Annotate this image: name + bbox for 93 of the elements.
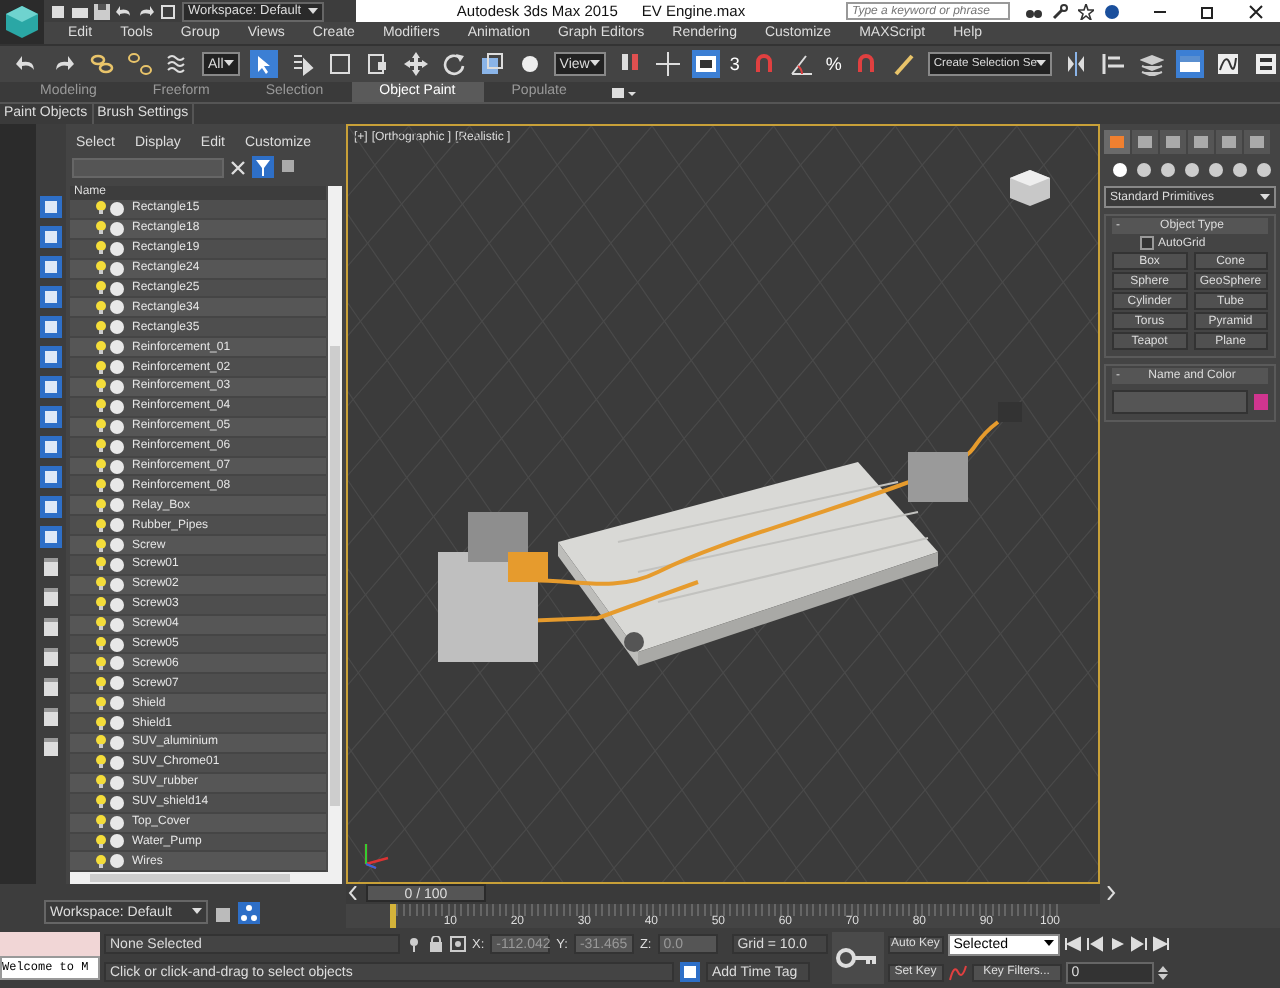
pin-icon[interactable] (406, 936, 422, 952)
key-icon[interactable] (831, 932, 884, 984)
redo-icon[interactable] (138, 3, 154, 19)
help-icon[interactable] (1104, 3, 1120, 19)
unlink-icon[interactable] (126, 50, 154, 78)
light-bulb-icon[interactable] (96, 537, 106, 554)
light-bulb-icon[interactable] (96, 378, 106, 395)
light-bulb-icon[interactable] (96, 438, 106, 455)
light-bulb-icon[interactable] (96, 280, 106, 296)
layers-icon[interactable] (1138, 50, 1167, 78)
autogrid-checkbox[interactable] (1140, 236, 1154, 250)
light-bulb-icon[interactable] (96, 715, 106, 732)
clear-icon[interactable] (230, 159, 246, 175)
new-file-icon[interactable] (50, 3, 66, 19)
app-logo-icon[interactable] (0, 0, 44, 44)
align-icon[interactable] (1100, 50, 1129, 78)
save-icon[interactable] (94, 3, 110, 19)
light-bulb-icon[interactable] (96, 655, 106, 672)
caret-icon[interactable] (1036, 60, 1047, 68)
light-bulb-icon[interactable] (96, 220, 106, 237)
go-to-end-icon[interactable] (1151, 936, 1170, 952)
name-field[interactable] (1112, 390, 1248, 414)
explorer-search-field[interactable] (72, 157, 224, 177)
curve-icon[interactable] (947, 963, 968, 981)
go-to-start-icon[interactable] (1063, 936, 1082, 952)
curve-editor-icon[interactable] (1214, 50, 1243, 78)
play-icon[interactable] (1107, 936, 1126, 952)
lock-icon[interactable] (428, 936, 444, 952)
light-bulb-icon[interactable] (96, 734, 106, 751)
angle-snap-icon[interactable] (787, 50, 816, 78)
snap-toggle[interactable]: 3 (729, 54, 740, 74)
folder-icon[interactable] (72, 3, 88, 19)
rectangle-selection-icon[interactable] (325, 50, 354, 78)
light-bulb-icon[interactable] (96, 359, 106, 376)
next-key-icon[interactable] (1129, 936, 1148, 952)
caret-icon[interactable] (192, 908, 202, 916)
caret-icon[interactable] (1260, 193, 1270, 201)
light-bulb-icon[interactable] (96, 814, 106, 831)
light-bulb-icon[interactable] (96, 477, 106, 494)
caret-icon[interactable] (308, 7, 318, 15)
layers-icon[interactable] (214, 906, 232, 924)
light-bulb-icon[interactable] (96, 200, 106, 217)
light-bulb-icon[interactable] (96, 260, 106, 277)
light-bulb-icon[interactable] (96, 853, 106, 870)
previous-frame-icon[interactable] (348, 886, 358, 900)
close-icon[interactable] (1248, 3, 1264, 19)
move-icon[interactable] (401, 50, 430, 78)
ribbon-icon[interactable] (1176, 50, 1205, 78)
rotate-icon[interactable] (439, 50, 468, 78)
axis-tripod-icon (360, 842, 392, 870)
light-bulb-icon[interactable] (96, 616, 106, 633)
vertical-scrollbar[interactable] (328, 186, 342, 873)
light-bulb-icon[interactable] (96, 240, 106, 257)
wrench-icon[interactable] (1052, 3, 1068, 19)
crosshair-icon[interactable] (653, 50, 682, 78)
caret-icon[interactable] (223, 60, 234, 68)
restore-icon[interactable] (1200, 3, 1216, 19)
light-bulb-icon[interactable] (96, 398, 106, 415)
scale-icon[interactable] (477, 50, 506, 78)
percent-snap-toggle[interactable]: % (825, 54, 842, 74)
light-bulb-icon[interactable] (96, 596, 106, 613)
light-bulb-icon[interactable] (96, 754, 106, 771)
light-bulb-icon[interactable] (96, 418, 106, 435)
light-bulb-icon[interactable] (96, 576, 106, 593)
light-bulb-icon[interactable] (96, 556, 106, 573)
light-bulb-icon[interactable] (96, 319, 106, 336)
layers-icon[interactable] (280, 158, 298, 176)
caret-icon[interactable] (1043, 940, 1054, 948)
light-bulb-icon[interactable] (96, 636, 106, 653)
hierarchy-icon[interactable] (238, 902, 260, 924)
light-bulb-icon[interactable] (96, 774, 106, 791)
next-frame-icon[interactable] (1106, 886, 1116, 900)
previous-key-icon[interactable] (1085, 936, 1104, 952)
link-icon[interactable] (88, 50, 116, 78)
select-object-icon[interactable] (249, 50, 278, 78)
light-bulb-icon[interactable] (96, 794, 106, 811)
light-bulb-icon[interactable] (96, 339, 106, 356)
light-bulb-icon[interactable] (96, 458, 106, 475)
caret-icon[interactable] (589, 60, 600, 68)
light-bulb-icon[interactable] (96, 833, 106, 850)
geometry-icon[interactable] (1110, 160, 1130, 180)
light-bulb-icon[interactable] (96, 497, 106, 514)
light-bulb-icon[interactable] (96, 299, 106, 316)
light-bulb-icon[interactable] (96, 695, 106, 712)
ribbon-options-icon[interactable] (610, 85, 639, 99)
star-icon[interactable] (1078, 3, 1094, 19)
undo-icon[interactable] (116, 3, 132, 19)
filter-icon[interactable] (252, 156, 274, 178)
light-bulb-icon[interactable] (96, 675, 106, 692)
horizontal-scrollbar[interactable] (70, 872, 342, 884)
color-swatch[interactable] (1254, 394, 1268, 410)
light-bulb-icon[interactable] (96, 517, 106, 534)
view-cube-icon[interactable] (1006, 166, 1054, 210)
